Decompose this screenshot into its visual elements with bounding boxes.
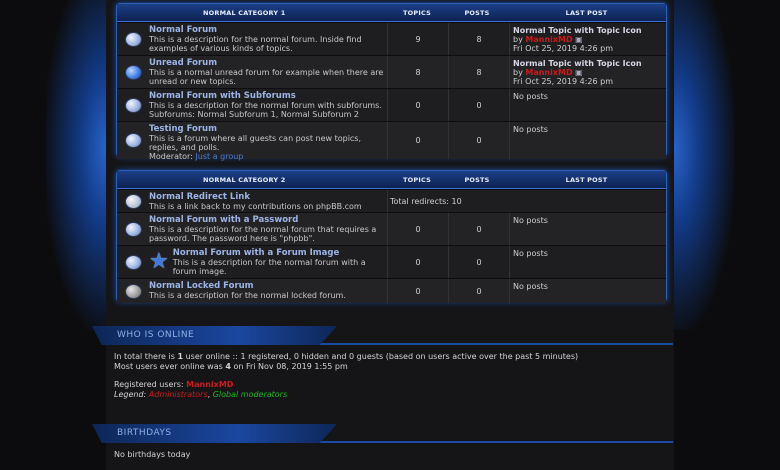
record-text: Most users ever online was: [114, 362, 226, 371]
forum-posts-count: 0: [448, 122, 509, 159]
redirect-count: Total redirects: 10: [387, 190, 666, 212]
column-posts: POSTS: [464, 175, 490, 184]
registered-user-link[interactable]: MannixMD: [186, 380, 233, 389]
last-post-by: by: [513, 35, 523, 44]
forum-description: This is a normal unread forum for exampl…: [149, 68, 384, 86]
last-post-link[interactable]: Normal Topic with Topic Icon: [513, 59, 663, 68]
last-post-none: No posts: [513, 92, 548, 101]
forum-row: Normal Forum with a Password This is a d…: [117, 212, 666, 245]
who-is-online-heading[interactable]: WHO IS ONLINE: [92, 326, 337, 345]
column-topics: TOPICS: [403, 8, 431, 17]
forum-title-link[interactable]: Testing Forum: [149, 125, 385, 134]
online-text: user online :: 1 registered, 0 hidden an…: [183, 352, 579, 361]
forum-description: This is a description for the normal for…: [172, 258, 366, 276]
forum-topics-count: 0: [387, 122, 448, 159]
forum-posts-count: 0: [448, 246, 509, 278]
last-post-user-link[interactable]: MannixMD: [525, 68, 572, 77]
forum-read-icon: [124, 254, 142, 270]
last-post-date: Fri Oct 25, 2019 4:26 pm: [513, 44, 613, 53]
forum-title-link[interactable]: Unread Forum: [149, 59, 385, 68]
last-post-none: No posts: [513, 249, 548, 258]
forum-title-link[interactable]: Normal Forum with Subforums: [149, 92, 385, 101]
forum-row: Normal Forum This is a description for t…: [117, 22, 666, 55]
legend-label: Legend:: [114, 390, 149, 399]
category-1-box: NORMAL CATEGORY 1 TOPICS POSTS LAST POST…: [116, 3, 667, 161]
forum-description: This is a description for the normal for…: [149, 35, 362, 53]
forum-row: Normal Locked Forum This is a descriptio…: [117, 278, 666, 303]
record-text: on Fri Nov 08, 2019 1:55 pm: [230, 362, 348, 371]
forum-unread-icon: [124, 64, 142, 80]
forum-row: Testing Forum This is a forum where all …: [117, 121, 666, 161]
forum-title-link[interactable]: Normal Redirect Link: [149, 193, 385, 202]
moderator-label: Moderator:: [149, 152, 193, 161]
subforum-link[interactable]: Normal Subforum 1,: [198, 110, 279, 119]
last-post-user-link[interactable]: MannixMD: [525, 35, 572, 44]
forum-topics-count: 0: [387, 246, 448, 278]
forum-row: Unread Forum This is a normal unread for…: [117, 55, 666, 88]
column-last-post: LAST POST: [565, 8, 608, 17]
forum-read-icon: [124, 221, 142, 237]
forum-description: This is a link back to my contributions …: [149, 202, 362, 211]
forum-row: Normal Redirect Link This is a link back…: [117, 189, 666, 212]
forum-row: ★ Normal Forum with a Forum Image This i…: [117, 245, 666, 278]
forum-row: Normal Forum with Subforums This is a de…: [117, 88, 666, 121]
forum-redirect-icon: [124, 193, 142, 209]
forum-title-link[interactable]: Normal Locked Forum: [149, 282, 385, 291]
forum-read-icon: [124, 133, 142, 148]
forum-posts-count: 0: [448, 213, 509, 245]
forum-title-link[interactable]: Normal Forum with a Forum Image: [173, 249, 385, 258]
forum-description: This is a description for the normal for…: [149, 101, 382, 110]
subforums-label: Subforums:: [149, 110, 195, 119]
column-last-post: LAST POST: [565, 175, 608, 184]
background-glow-right: [674, 0, 734, 330]
view-latest-post-icon[interactable]: ▣: [575, 35, 583, 44]
forum-title-link[interactable]: Normal Forum with a Password: [149, 216, 385, 225]
moderator-link[interactable]: Just a group: [195, 152, 243, 161]
forum-posts-count: 0: [448, 89, 509, 121]
forum-posts-count: 8: [448, 23, 509, 55]
forum-description: This is a forum where all guests can pos…: [149, 134, 362, 152]
forum-topics-count: 0: [387, 89, 448, 121]
forum-description: This is a description for the normal loc…: [149, 291, 346, 300]
category-2-box: NORMAL CATEGORY 2 TOPICS POSTS LAST POST…: [116, 170, 667, 303]
column-posts: POSTS: [464, 8, 490, 17]
category-2-header: NORMAL CATEGORY 2 TOPICS POSTS LAST POST: [117, 171, 666, 189]
online-text: In total there is: [114, 352, 178, 361]
who-is-online-body: In total there is 1 user online :: 1 reg…: [114, 352, 579, 399]
birthdays-text: No birthdays today: [114, 450, 191, 459]
category-1-header: NORMAL CATEGORY 1 TOPICS POSTS LAST POST: [117, 4, 666, 22]
birthdays-heading: BIRTHDAYS: [92, 424, 337, 443]
last-post-by: by: [513, 68, 523, 77]
last-post-none: No posts: [513, 125, 548, 134]
forum-image-star-icon: ★: [149, 249, 169, 274]
column-topics: TOPICS: [403, 175, 431, 184]
forum-subforum-icon: [124, 97, 142, 113]
category-title[interactable]: NORMAL CATEGORY 1: [117, 9, 387, 17]
background-glow-left: [46, 0, 106, 330]
forum-topics-count: 0: [387, 213, 448, 245]
forum-description: This is a description for the normal for…: [149, 225, 377, 243]
forum-topics-count: 0: [387, 279, 448, 303]
forum-posts-count: 0: [448, 279, 509, 303]
forum-topics-count: 8: [387, 56, 448, 88]
forum-posts-count: 8: [448, 56, 509, 88]
legend-global-moderators-link[interactable]: Global moderators: [213, 390, 287, 399]
forum-topics-count: 9: [387, 23, 448, 55]
subforum-link[interactable]: Normal Subforum 2: [281, 110, 359, 119]
category-title[interactable]: NORMAL CATEGORY 2: [117, 176, 387, 184]
view-latest-post-icon[interactable]: ▣: [575, 68, 583, 77]
last-post-date: Fri Oct 25, 2019 4:26 pm: [513, 77, 613, 86]
legend-administrators-link[interactable]: Administrators: [149, 390, 208, 399]
forum-read-icon: [124, 31, 142, 47]
last-post-none: No posts: [513, 216, 548, 225]
registered-users-label: Registered users:: [114, 380, 187, 389]
last-post-none: No posts: [513, 282, 548, 291]
last-post-link[interactable]: Normal Topic with Topic Icon: [513, 26, 663, 35]
forum-locked-icon: [124, 283, 142, 299]
forum-title-link[interactable]: Normal Forum: [149, 26, 385, 35]
